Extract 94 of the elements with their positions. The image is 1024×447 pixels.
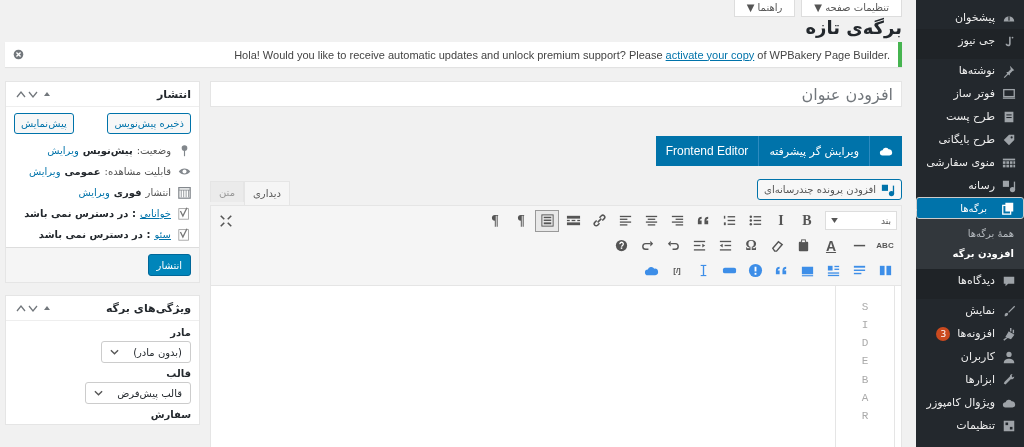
toolbar-button[interactable] [535,209,559,232]
document-icon [1002,109,1016,124]
page-title: برگه‌ی تازه [804,17,902,39]
menu-item[interactable]: جی نیوز [916,29,1024,59]
edit-link[interactable]: ویرایش [29,166,61,177]
chevron-down-icon [94,390,104,396]
submenu-item[interactable]: افزودن برگه [916,244,1024,264]
undo-icon [665,238,681,253]
user-icon [1002,349,1016,364]
dismiss-icon[interactable] [13,49,24,60]
field-value: : در دسترس نمی باشد [38,229,151,240]
menu-item[interactable]: پیشخوان [916,6,1024,29]
menu-item[interactable]: طرح بایگانی [916,128,1024,151]
menu-item[interactable]: فوتر ساز [916,82,1024,105]
screen-option-tab[interactable]: راهنما ▼ [733,0,796,17]
menu-item[interactable]: نوشته‌ها [916,59,1024,82]
caret-icon [831,218,838,223]
columns-icon [877,263,893,278]
publish-button[interactable]: انتشار [147,254,191,276]
pages-icon [1001,201,1015,215]
field-label: وضعیت: [136,145,171,156]
field-value: پیش‌نویس [82,145,133,156]
alert-icon [747,263,763,278]
toolbar-button[interactable]: ABC [873,234,897,257]
field-value: عمومی [64,166,101,177]
numbered-list-icon [721,213,737,228]
field-label: قالب [166,368,191,379]
activate-link[interactable]: activate your copy [665,48,755,61]
edit-link[interactable]: ویرایش [78,187,110,198]
menu-item[interactable]: ویژوال کامپوزر [916,391,1024,414]
menu-item[interactable]: ابزارها [916,368,1024,391]
outdent-icon [717,238,733,253]
menu-item[interactable]: نمایش [916,299,1024,322]
tag-icon [1002,132,1016,147]
save-draft-button[interactable]: ذخیره پیش‌نویس [107,113,191,134]
align-right-icon [669,213,685,228]
redo-icon [639,238,655,253]
title-field[interactable]: افزودن عنوان [210,81,902,107]
chevron-down-icon [110,349,120,355]
eraser-icon [769,238,785,253]
link-icon [591,213,607,228]
box-title: ویژگی‌های برگه [105,301,191,315]
toolbar-button[interactable]: B [795,209,819,232]
menu-item[interactable]: دیدگاه‌ها [916,269,1024,299]
analysis-link[interactable]: سئو [154,229,171,240]
toolbar-button[interactable]: I [769,209,793,232]
help-icon [613,238,629,253]
calendar-icon [178,186,191,199]
menu-item[interactable]: منوی سفارشی [916,151,1024,174]
template-select[interactable]: قالب پیش‌فرض [85,382,191,404]
pin-icon [1002,63,1016,78]
analysis-link[interactable]: خوانایی [139,208,171,219]
field-value: : در دسترس نمی باشد [24,208,136,219]
menu-item[interactable]: رسانه [916,174,1024,197]
align-center-icon [643,213,659,228]
menu-item[interactable]: طرح پست [916,105,1024,128]
toolbar-toggle-icon [539,213,555,228]
wrench-icon [1002,372,1016,387]
toolbar-button[interactable]: ¶ [509,209,533,232]
menu-item[interactable]: کاربران [916,345,1024,368]
toolbar-button[interactable]: ¶ [483,209,507,232]
notice-text: Hola! Would you like to receive automatic updates and unlock premium support? Please activate your copy of WPBakery Page Builder. [234,48,890,61]
preview-button[interactable]: پیش‌نمایش [14,113,74,134]
format-select[interactable]: بند [825,211,897,230]
plug-icon [1002,326,1016,341]
field-value: فوری [113,187,142,198]
field-label: انتشار [145,187,171,198]
bullet-list-icon [747,213,763,228]
editor-tab[interactable]: دیداری [244,181,290,205]
edit-link[interactable]: ویرایش [47,145,79,156]
sidebar-label: SIDEBAR [860,300,870,424]
align-left-icon [617,213,633,228]
toolbar-button[interactable]: Ω [739,234,763,257]
box-title: انتشار [156,87,191,101]
text-image-icon [825,263,841,278]
menu-item[interactable]: تنظیمات [916,414,1024,437]
indent-icon [691,238,707,253]
add-media-button[interactable]: افزودن پرونده چندرسانه‌ای [757,179,902,200]
update-count-badge: 3 [936,326,951,341]
field-label: قابلیت مشاهده: [104,166,171,177]
eye-icon [178,165,191,178]
monitor-icon [1002,86,1016,101]
text-color-button[interactable]: A [817,234,845,257]
field-label: سفارش [150,409,191,420]
field-label: مادر [170,327,191,338]
media-icon [881,182,895,197]
brush-icon [1002,303,1016,318]
read-more-icon [565,213,581,228]
media-icon [1002,178,1016,193]
parent-select[interactable]: (بدون مادر) [101,341,191,363]
submenu-item[interactable]: همهٔ برگه‌ها [916,224,1024,244]
screen-option-tab[interactable]: تنظیمات صفحه ▼ [801,0,902,17]
settings-icon [1002,418,1016,433]
toolbar-button[interactable]: [/] [665,259,689,282]
